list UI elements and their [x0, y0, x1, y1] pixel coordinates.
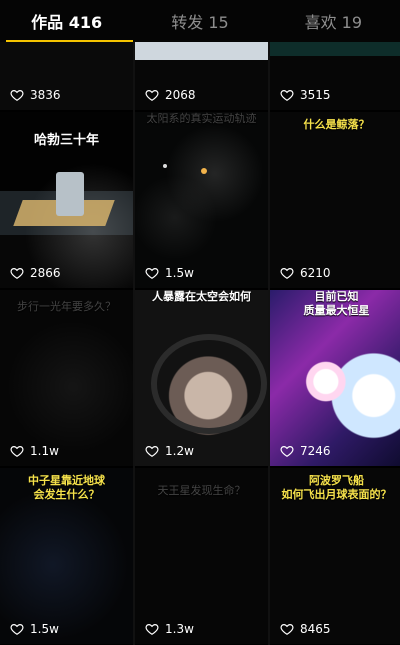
like-count: 8465: [280, 622, 331, 636]
heart-icon: [280, 268, 294, 279]
video-tile[interactable]: 天王星发现生命？ 1.3w: [135, 468, 268, 644]
video-tile[interactable]: 阿波罗飞船 如何飞出月球表面的？ 8465: [270, 468, 400, 644]
like-count-text: 2866: [30, 266, 61, 280]
video-tile[interactable]: 目前已知 质量最大恒星 7246: [270, 290, 400, 466]
video-caption: 太阳系的真实运动轨迹: [146, 112, 257, 125]
video-thumbnail: [0, 290, 133, 466]
video-tile[interactable]: 2068: [135, 42, 268, 110]
video-tile[interactable]: 步行一光年要多久？ 1.1w: [0, 290, 133, 466]
like-count: 1.3w: [145, 622, 194, 636]
video-grid: 3836 2068 3515 哈勃三十年 2866 太阳系的真实运动轨迹 1.5…: [0, 42, 400, 645]
video-tile[interactable]: 太阳系的真实运动轨迹 1.5w: [135, 112, 268, 288]
profile-tabs: 作品 416 转发 15 喜欢 19: [0, 0, 400, 43]
video-caption: 目前已知 质量最大恒星: [303, 290, 370, 317]
like-count: 1.1w: [10, 444, 59, 458]
like-count: 2068: [145, 88, 196, 102]
like-count-text: 3515: [300, 88, 331, 102]
tab-likes[interactable]: 喜欢 19: [267, 0, 400, 42]
like-count: 2866: [10, 266, 61, 280]
grid-divider: [268, 42, 270, 645]
heart-icon: [10, 624, 24, 635]
heart-icon: [145, 90, 159, 101]
grid-divider: [133, 42, 135, 645]
like-count-text: 1.5w: [30, 622, 59, 636]
like-count-text: 1.2w: [165, 444, 194, 458]
video-thumbnail: [135, 290, 268, 466]
like-count-text: 8465: [300, 622, 331, 636]
heart-icon: [280, 446, 294, 457]
video-thumbnail: [135, 112, 268, 288]
heart-icon: [10, 90, 24, 101]
heart-icon: [145, 268, 159, 279]
like-count: 3836: [10, 88, 61, 102]
heart-icon: [10, 446, 24, 457]
heart-icon: [280, 90, 294, 101]
like-count: 3515: [280, 88, 331, 102]
video-tile[interactable]: 哈勃三十年 2866: [0, 112, 133, 288]
like-count: 7246: [280, 444, 331, 458]
video-caption: 人暴露在太空会如何: [152, 290, 251, 303]
like-count-text: 1.1w: [30, 444, 59, 458]
like-count-text: 7246: [300, 444, 331, 458]
heart-icon: [10, 268, 24, 279]
video-caption: 哈勃三十年: [33, 133, 99, 148]
tab-reposts[interactable]: 转发 15: [133, 0, 266, 42]
video-tile[interactable]: 3836: [0, 42, 133, 110]
like-count: 1.2w: [145, 444, 194, 458]
like-count-text: 6210: [300, 266, 331, 280]
like-count-text: 3836: [30, 88, 61, 102]
heart-icon: [145, 446, 159, 457]
like-count: 6210: [280, 266, 331, 280]
like-count: 1.5w: [145, 266, 194, 280]
video-tile[interactable]: 3515: [270, 42, 400, 110]
video-tile[interactable]: 什么是鲸落？ 6210: [270, 112, 400, 288]
video-thumbnail: [270, 112, 400, 288]
tab-works[interactable]: 作品 416: [0, 0, 134, 42]
video-tile[interactable]: 人暴露在太空会如何 1.2w: [135, 290, 268, 466]
heart-icon: [280, 624, 294, 635]
video-caption: 什么是鲸落？: [303, 118, 370, 131]
like-count-text: 1.5w: [165, 266, 194, 280]
like-count: 1.5w: [10, 622, 59, 636]
like-count-text: 1.3w: [165, 622, 194, 636]
video-caption: 阿波罗飞船 如何飞出月球表面的？: [281, 474, 392, 501]
video-caption: 步行一光年要多久？: [17, 300, 116, 313]
video-tile[interactable]: 中子星靠近地球 会发生什么？ 1.5w: [0, 468, 133, 644]
video-caption: 中子星靠近地球 会发生什么？: [28, 474, 105, 501]
like-count-text: 2068: [165, 88, 196, 102]
heart-icon: [145, 624, 159, 635]
video-caption: 天王星发现生命？: [157, 484, 246, 497]
